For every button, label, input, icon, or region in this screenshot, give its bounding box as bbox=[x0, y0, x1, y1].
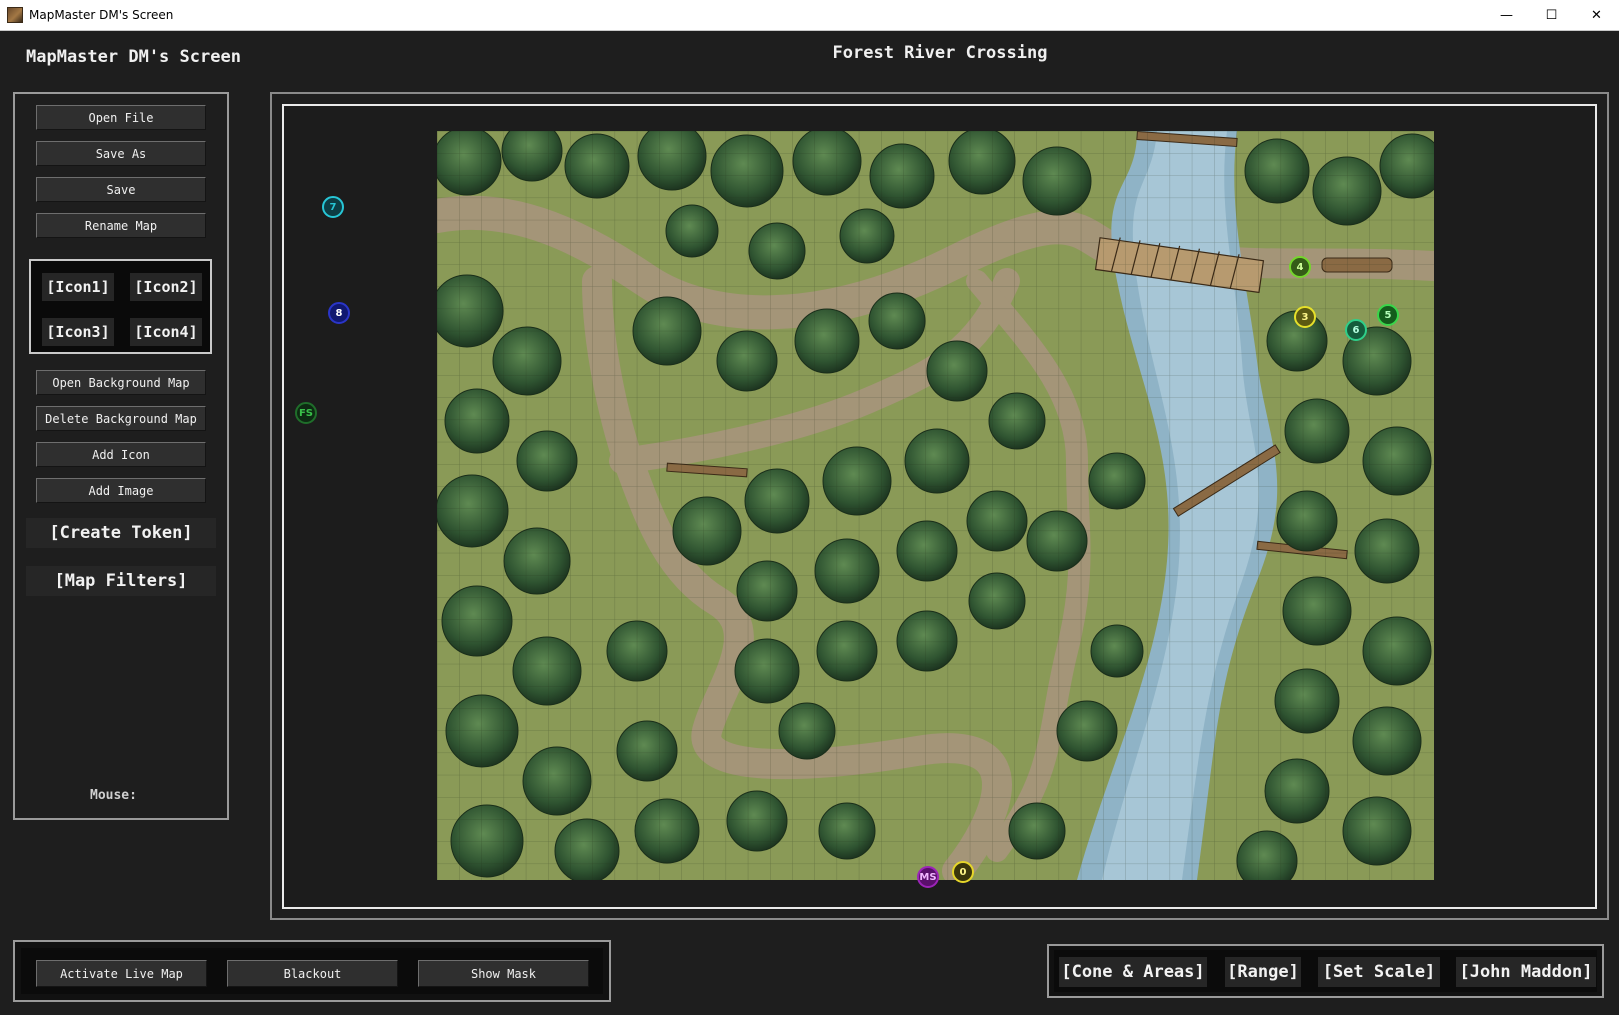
maximize-button[interactable]: ☐ bbox=[1529, 0, 1574, 31]
open-file-button[interactable]: Open File bbox=[36, 105, 206, 130]
token-6[interactable]: 6 bbox=[1345, 319, 1367, 341]
map-filters-button[interactable]: [Map Filters] bbox=[26, 566, 216, 596]
save-as-button[interactable]: Save As bbox=[36, 141, 206, 166]
token-fs[interactable]: FS bbox=[295, 402, 317, 424]
map-artwork bbox=[437, 131, 1434, 880]
blackout-button[interactable]: Blackout bbox=[227, 960, 398, 987]
icon-slot-1[interactable]: [Icon1] bbox=[42, 273, 114, 301]
set-scale-button[interactable]: [Set Scale] bbox=[1318, 957, 1440, 987]
show-mask-button[interactable]: Show Mask bbox=[418, 960, 589, 987]
icon-slot-2[interactable]: [Icon2] bbox=[130, 273, 202, 301]
range-button[interactable]: [Range] bbox=[1225, 957, 1301, 987]
app-icon bbox=[7, 7, 23, 23]
add-image-button[interactable]: Add Image bbox=[36, 478, 206, 503]
token-0[interactable]: 0 bbox=[952, 861, 974, 883]
icon-slot-4[interactable]: [Icon4] bbox=[130, 318, 202, 346]
token-7[interactable]: 7 bbox=[322, 196, 344, 218]
window-titlebar: MapMaster DM's Screen — ☐ ✕ bbox=[0, 0, 1619, 31]
create-token-button[interactable]: [Create Token] bbox=[26, 518, 216, 548]
window-title: MapMaster DM's Screen bbox=[29, 8, 174, 22]
cone-areas-button[interactable]: [Cone & Areas] bbox=[1059, 957, 1207, 987]
token-ms[interactable]: MS bbox=[917, 866, 939, 888]
icon-slot-3[interactable]: [Icon3] bbox=[42, 318, 114, 346]
save-button[interactable]: Save bbox=[36, 177, 206, 202]
token-5[interactable]: 5 bbox=[1377, 304, 1399, 326]
user-button[interactable]: [John Maddon] bbox=[1456, 957, 1596, 987]
close-button[interactable]: ✕ bbox=[1574, 0, 1619, 31]
icon-palette: [Icon1] [Icon2] [Icon3] [Icon4] bbox=[29, 259, 212, 354]
open-background-map-button[interactable]: Open Background Map bbox=[36, 370, 206, 395]
add-icon-button[interactable]: Add Icon bbox=[36, 442, 206, 467]
battle-map-image[interactable] bbox=[437, 131, 1434, 880]
rename-map-button[interactable]: Rename Map bbox=[36, 213, 206, 238]
token-3[interactable]: 3 bbox=[1294, 306, 1316, 328]
token-8[interactable]: 8 bbox=[328, 302, 350, 324]
mouse-coordinates-label: Mouse: bbox=[90, 788, 137, 803]
app-title: MapMaster DM's Screen bbox=[26, 47, 241, 67]
delete-background-map-button[interactable]: Delete Background Map bbox=[36, 406, 206, 431]
map-title: Forest River Crossing bbox=[832, 43, 1048, 63]
token-4[interactable]: 4 bbox=[1289, 256, 1311, 278]
minimize-button[interactable]: — bbox=[1484, 0, 1529, 31]
activate-live-map-button[interactable]: Activate Live Map bbox=[36, 960, 207, 987]
